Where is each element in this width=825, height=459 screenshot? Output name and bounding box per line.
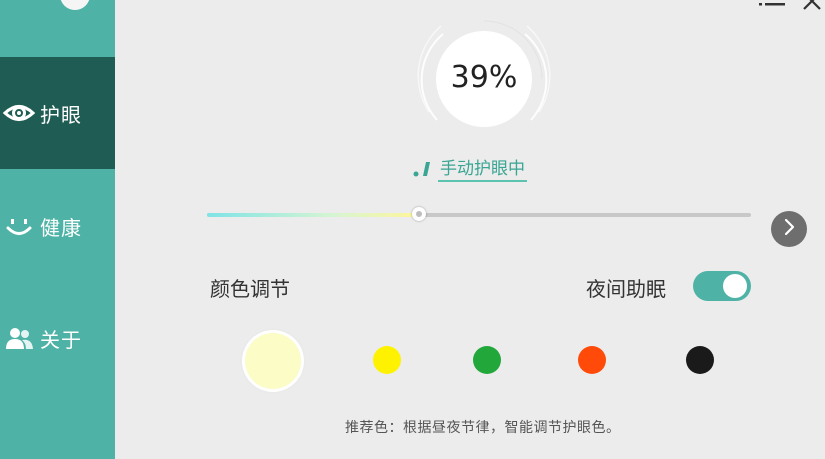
color-swatch-light-yellow[interactable]: [245, 333, 301, 389]
sidebar-item-label: 健康: [40, 215, 82, 240]
close-icon: [801, 0, 823, 15]
toggle-knob: [723, 274, 747, 298]
color-swatch-yellow[interactable]: [373, 346, 401, 374]
mode-indicator[interactable]: 手动护眼中: [410, 150, 527, 182]
eye-care-app-window: 护眼 健康 关于 39% 手动护眼中 颜色调节 夜间助眠 推荐色：根据昼夜节律，…: [0, 0, 825, 459]
menu-icon: [757, 0, 787, 15]
slider-thumb[interactable]: [412, 207, 426, 221]
users-icon: [2, 324, 36, 352]
color-adjust-label: 颜色调节: [210, 277, 290, 301]
color-swatch-orange[interactable]: [578, 346, 606, 374]
brightness-gauge: 39%: [407, 20, 551, 138]
smile-icon: [2, 212, 36, 240]
sidebar-item-health[interactable]: 健康: [0, 170, 115, 282]
sidebar: 护眼 健康 关于: [0, 0, 115, 459]
app-logo: [60, 0, 90, 10]
sidebar-item-label: 关于: [40, 327, 82, 352]
sidebar-item-eye-care[interactable]: 护眼: [0, 57, 115, 169]
slider-fill: [207, 213, 419, 217]
sidebar-item-label: 护眼: [40, 102, 82, 127]
eye-icon: [2, 99, 36, 127]
manual-mode-icon: [410, 156, 434, 182]
recommendation-hint: 推荐色：根据昼夜节律，智能调节护眼色。: [345, 420, 621, 436]
night-sleep-toggle[interactable]: [693, 271, 751, 301]
brightness-slider[interactable]: [207, 206, 751, 224]
menu-button[interactable]: [756, 0, 788, 14]
next-button[interactable]: [771, 211, 807, 247]
color-swatch-green[interactable]: [473, 346, 501, 374]
mode-label: 手动护眼中: [438, 154, 527, 182]
night-sleep-label: 夜间助眠: [586, 277, 666, 301]
color-swatch-black[interactable]: [686, 346, 714, 374]
close-button[interactable]: [799, 0, 825, 14]
sidebar-item-about[interactable]: 关于: [0, 282, 115, 394]
chevron-right-icon: [782, 218, 796, 240]
gauge-value: 39%: [450, 60, 518, 95]
